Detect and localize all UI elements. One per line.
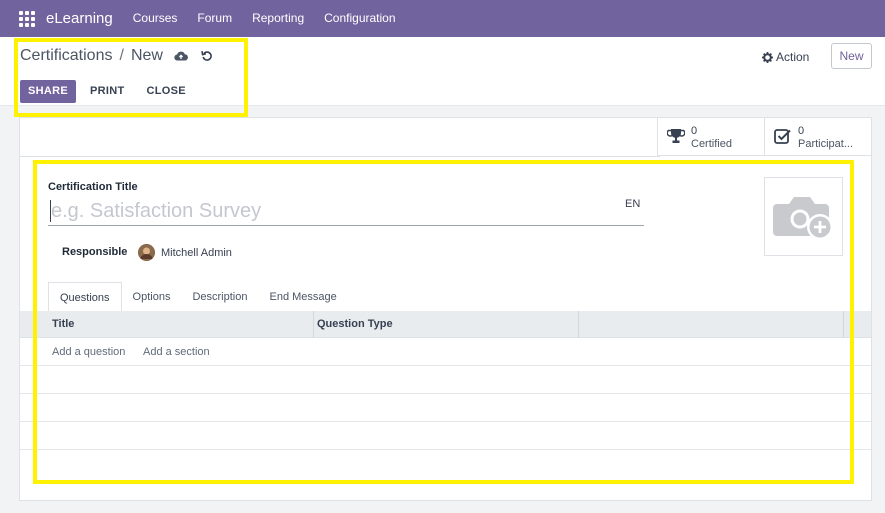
notebook-tabs: Questions Options Description End Messag… bbox=[48, 282, 348, 312]
certification-title-input[interactable] bbox=[48, 198, 644, 226]
trophy-icon bbox=[667, 129, 685, 143]
responsible-label: Responsible bbox=[62, 246, 128, 258]
form-sheet: 0 Certified 0 Participat... Certificatio… bbox=[19, 117, 872, 501]
menu-forum[interactable]: Forum bbox=[187, 0, 242, 37]
participations-label: Participat... bbox=[798, 138, 854, 150]
certified-count: 0 bbox=[691, 125, 698, 137]
certified-stat-button[interactable]: 0 Certified bbox=[657, 118, 764, 156]
menu-configuration[interactable]: Configuration bbox=[314, 0, 405, 37]
responsible-field[interactable]: Mitchell Admin bbox=[161, 247, 232, 259]
table-row bbox=[20, 394, 871, 422]
list-header: Title Question Type bbox=[20, 311, 871, 338]
menu-reporting[interactable]: Reporting bbox=[242, 0, 314, 37]
add-section-link[interactable]: Add a section bbox=[143, 338, 210, 366]
avatar bbox=[138, 244, 155, 261]
image-upload-placeholder[interactable] bbox=[764, 177, 843, 256]
main-menu: Courses Forum Reporting Configuration bbox=[123, 0, 406, 37]
control-panel: Certifications / New Action New SHARE PR… bbox=[0, 37, 885, 106]
column-question-type[interactable]: Question Type bbox=[314, 311, 579, 338]
apps-menu-icon[interactable] bbox=[18, 10, 36, 28]
list-item: Add a question Add a section bbox=[20, 338, 871, 366]
cloud-upload-icon[interactable] bbox=[173, 48, 189, 64]
menu-courses[interactable]: Courses bbox=[123, 0, 188, 37]
stat-button-box: 0 Certified 0 Participat... bbox=[657, 118, 871, 156]
table-row bbox=[20, 366, 871, 394]
breadcrumb-separator: / bbox=[119, 47, 124, 64]
participations-count: 0 bbox=[798, 125, 805, 137]
new-button[interactable]: New bbox=[831, 43, 872, 69]
breadcrumb-certifications[interactable]: Certifications bbox=[20, 47, 112, 65]
sheet-divider bbox=[20, 156, 660, 157]
print-button[interactable]: PRINT bbox=[82, 80, 133, 103]
app-brand[interactable]: eLearning bbox=[46, 10, 113, 27]
breadcrumb-current: New bbox=[130, 47, 163, 64]
gear-icon bbox=[762, 51, 773, 63]
certified-label: Certified bbox=[691, 138, 732, 150]
action-menu-button[interactable]: Action bbox=[762, 50, 809, 64]
questions-list: Title Question Type Add a question Add a… bbox=[20, 311, 871, 450]
table-row bbox=[20, 422, 871, 450]
discard-undo-icon[interactable] bbox=[199, 48, 215, 64]
column-empty bbox=[579, 311, 844, 338]
add-question-link[interactable]: Add a question bbox=[52, 338, 125, 366]
close-button[interactable]: CLOSE bbox=[139, 80, 194, 103]
tab-questions[interactable]: Questions bbox=[48, 282, 122, 312]
language-button[interactable]: EN bbox=[625, 198, 640, 210]
tab-description[interactable]: Description bbox=[181, 282, 258, 312]
check-square-icon bbox=[774, 129, 791, 144]
title-label: Certification Title bbox=[48, 181, 138, 193]
text-cursor bbox=[50, 200, 51, 222]
participations-stat-button[interactable]: 0 Participat... bbox=[764, 118, 871, 156]
camera-add-icon bbox=[772, 196, 833, 240]
tab-end-message[interactable]: End Message bbox=[258, 282, 347, 312]
column-title[interactable]: Title bbox=[20, 311, 314, 338]
tab-options[interactable]: Options bbox=[122, 282, 182, 312]
breadcrumb: Certifications / New bbox=[20, 47, 215, 65]
form-toolbar: SHARE PRINT CLOSE bbox=[20, 80, 200, 103]
action-label: Action bbox=[776, 50, 810, 64]
top-navbar: eLearning Courses Forum Reporting Config… bbox=[0, 0, 885, 37]
share-button[interactable]: SHARE bbox=[20, 80, 77, 103]
